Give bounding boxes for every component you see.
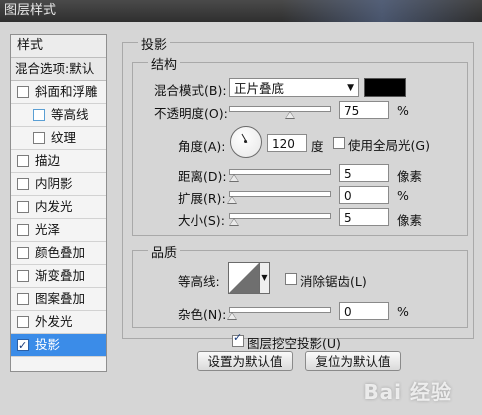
angle-input[interactable]: 120 [267, 134, 307, 152]
angle-unit: 度 [311, 139, 324, 154]
size-label: 大小(S): [178, 213, 225, 228]
style-item-checkbox[interactable] [33, 109, 45, 121]
linear-contour-icon [229, 263, 259, 293]
distance-label: 距离(D): [178, 169, 227, 184]
spread-unit: % [397, 188, 409, 203]
style-item-checkbox[interactable] [17, 224, 29, 236]
style-item[interactable]: 投影 [11, 334, 106, 357]
noise-slider[interactable] [229, 307, 331, 313]
global-light-checkbox[interactable] [333, 137, 345, 149]
angle-center-icon [244, 140, 247, 143]
style-item-label: 描边 [35, 153, 61, 168]
antialias-checkbox[interactable] [285, 273, 297, 285]
blend-mode-value: 正片叠底 [234, 81, 285, 96]
style-item-label: 内发光 [35, 199, 73, 214]
noise-slider-thumb[interactable] [227, 312, 237, 320]
opacity-slider-thumb[interactable] [285, 111, 295, 119]
style-item-label: 投影 [35, 337, 61, 352]
style-item-checkbox[interactable] [17, 201, 29, 213]
drop-shadow-title: 投影 [138, 34, 171, 53]
angle-dial[interactable] [230, 126, 262, 158]
angle-label: 角度(A): [178, 139, 226, 154]
title-bar-background [282, 0, 482, 22]
chevron-down-icon: ▼ [347, 83, 354, 93]
style-item-label: 等高线 [51, 107, 89, 122]
style-item-checkbox[interactable] [17, 316, 29, 328]
spread-input[interactable]: 0 [339, 186, 389, 204]
style-item-label: 外发光 [35, 314, 73, 329]
opacity-label: 不透明度(O): [154, 106, 228, 121]
style-item-label: 斜面和浮雕 [35, 84, 98, 99]
structure-title: 结构 [148, 54, 181, 73]
style-item-label: 光泽 [35, 222, 61, 237]
contour-dropdown[interactable]: ▼ [260, 262, 270, 294]
style-list: 样式 混合选项:默认 斜面和浮雕等高线纹理描边内阴影内发光光泽颜色叠加渐变叠加图… [10, 34, 107, 372]
noise-label: 杂色(N): [178, 307, 227, 322]
spread-slider-thumb[interactable] [227, 196, 237, 204]
blend-mode-select[interactable]: 正片叠底 ▼ [229, 78, 359, 97]
distance-unit: 像素 [397, 169, 423, 184]
distance-input[interactable]: 5 [339, 164, 389, 182]
knockout-checkbox[interactable]: ✓ [232, 331, 244, 347]
antialias-label[interactable]: 消除锯齿(L) [300, 271, 367, 290]
style-item[interactable]: 描边 [11, 150, 106, 173]
style-item[interactable]: 光泽 [11, 219, 106, 242]
noise-unit: % [397, 304, 409, 319]
style-item-label: 内阴影 [35, 176, 73, 191]
opacity-slider[interactable] [229, 106, 331, 112]
quality-title: 品质 [148, 242, 181, 261]
style-list-header[interactable]: 样式 [11, 35, 106, 58]
style-item[interactable]: 斜面和浮雕 [11, 81, 106, 104]
style-item[interactable]: 图案叠加 [11, 288, 106, 311]
dialog-body: 样式 混合选项:默认 斜面和浮雕等高线纹理描边内阴影内发光光泽颜色叠加渐变叠加图… [0, 22, 482, 415]
reset-default-button[interactable]: 复位为默认值 [305, 351, 401, 371]
size-slider-thumb[interactable] [229, 218, 239, 226]
distance-slider-thumb[interactable] [229, 174, 239, 182]
style-item-checkbox[interactable] [17, 335, 29, 357]
watermark: Bai 经验 [363, 380, 452, 404]
style-item-label: 纹理 [51, 130, 77, 145]
contour-preview[interactable] [228, 262, 260, 294]
style-item[interactable]: 内发光 [11, 196, 106, 219]
style-item[interactable]: 纹理 [11, 127, 106, 150]
style-item-label: 颜色叠加 [35, 245, 86, 260]
opacity-unit: % [397, 103, 409, 118]
style-item-label: 渐变叠加 [35, 268, 86, 283]
window-title: 图层样式 [4, 3, 57, 18]
style-item-checkbox[interactable] [17, 178, 29, 190]
style-item-checkbox[interactable] [17, 86, 29, 98]
opacity-input[interactable]: 75 [339, 101, 389, 119]
contour-label: 等高线: [178, 274, 220, 289]
knockout-label[interactable]: 图层挖空投影(U) [247, 333, 341, 352]
spread-slider[interactable] [229, 191, 331, 197]
global-light-label[interactable]: 使用全局光(G) [348, 135, 430, 154]
style-item[interactable]: 等高线 [11, 104, 106, 127]
style-item-checkbox[interactable] [17, 247, 29, 259]
style-item-checkbox[interactable] [33, 132, 45, 144]
style-item-checkbox[interactable] [17, 270, 29, 282]
distance-slider[interactable] [229, 169, 331, 175]
style-item[interactable]: 颜色叠加 [11, 242, 106, 265]
title-bar: 图层样式 [0, 0, 482, 22]
spread-label: 扩展(R): [178, 191, 226, 206]
size-input[interactable]: 5 [339, 208, 389, 226]
make-default-button[interactable]: 设置为默认值 [197, 351, 293, 371]
style-item-checkbox[interactable] [17, 155, 29, 167]
shadow-color-swatch[interactable] [364, 78, 406, 97]
size-unit: 像素 [397, 213, 423, 228]
blend-options-item[interactable]: 混合选项:默认 [11, 58, 106, 81]
style-item-checkbox[interactable] [17, 293, 29, 305]
style-item[interactable]: 外发光 [11, 311, 106, 334]
checkmark-icon: ✓ [233, 331, 243, 344]
style-item[interactable]: 渐变叠加 [11, 265, 106, 288]
style-item-label: 图案叠加 [35, 291, 86, 306]
noise-input[interactable]: 0 [339, 302, 389, 320]
style-item[interactable]: 内阴影 [11, 173, 106, 196]
blend-mode-label: 混合模式(B): [154, 83, 227, 98]
size-slider[interactable] [229, 213, 331, 219]
